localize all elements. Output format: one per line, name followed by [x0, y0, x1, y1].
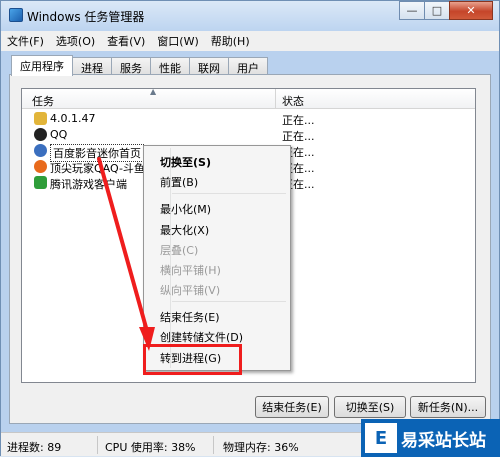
tab-applications[interactable]: 应用程序 — [11, 55, 73, 76]
menu-item-switch-to[interactable]: 切换至(S) — [160, 154, 211, 170]
browser-icon — [34, 160, 47, 173]
menu-item-end-task[interactable]: 结束任务(E) — [160, 309, 220, 325]
menu-separator — [172, 301, 286, 302]
menu-item-tile-vertical: 纵向平铺(V) — [160, 284, 221, 297]
close-button[interactable]: ✕ — [449, 1, 493, 20]
menu-help[interactable]: 帮助(H) — [211, 33, 250, 49]
menu-item-minimize[interactable]: 最小化(M) — [160, 201, 211, 217]
switch-to-button[interactable]: 切换至(S) — [334, 396, 406, 418]
menu-view[interactable]: 查看(V) — [107, 33, 145, 49]
title-bar[interactable]: Windows 任务管理器 — □ ✕ — [1, 1, 499, 31]
column-divider[interactable] — [275, 89, 276, 109]
caption-buttons: — □ ✕ — [399, 1, 493, 21]
maximize-button[interactable]: □ — [424, 1, 450, 20]
menu-bar: 文件(F) 选项(O) 查看(V) 窗口(W) 帮助(H) — [1, 31, 499, 51]
end-task-button[interactable]: 结束任务(E) — [255, 396, 329, 418]
task-name: 顶尖玩家QAQ-斗鱼 — [50, 162, 145, 175]
folder-icon — [34, 112, 47, 125]
context-menu: 切换至(S) 前置(B) 最小化(M) 最大化(X) 层叠(C) 横向平铺(H)… — [143, 145, 291, 371]
task-name: 4.0.1.47 — [50, 112, 96, 125]
new-task-button[interactable]: 新任务(N)... — [410, 396, 486, 418]
menu-separator — [172, 193, 286, 194]
list-header: 任务 ▲ 状态 — [22, 87, 475, 109]
menu-item-maximize[interactable]: 最大化(X) — [160, 222, 209, 238]
task-manager-window: Windows 任务管理器 — □ ✕ 文件(F) 选项(O) 查看(V) 窗口… — [0, 0, 500, 457]
annotation-highlight-box — [143, 344, 242, 375]
watermark-text: 易采站长站 — [401, 430, 486, 451]
task-name: 腾讯游戏客户端 — [50, 178, 127, 191]
site-watermark: E 易采站长站 — [361, 419, 500, 457]
qq-penguin-icon — [34, 128, 47, 141]
sort-arrow-icon: ▲ — [150, 87, 157, 96]
menu-item-bring-to-front[interactable]: 前置(B) — [160, 174, 198, 190]
menu-item-cascade: 层叠(C) — [160, 244, 199, 257]
minimize-button[interactable]: — — [399, 1, 425, 20]
task-status: 正在... — [282, 114, 315, 127]
task-name: QQ — [50, 128, 68, 141]
list-item[interactable]: QQ 正在... — [22, 127, 475, 144]
menu-window[interactable]: 窗口(W) — [157, 33, 198, 49]
menu-item-create-dump[interactable]: 创建转储文件(D) — [160, 329, 243, 345]
task-status: 正在... — [282, 130, 315, 143]
physical-memory: 物理内存: 36% — [223, 441, 299, 454]
cpu-usage: CPU 使用率: 38% — [105, 441, 196, 454]
column-header-task[interactable]: 任务 — [32, 93, 54, 109]
watermark-logo-icon: E — [365, 423, 397, 453]
menu-item-tile-horizontal: 横向平铺(H) — [160, 264, 221, 277]
task-manager-icon — [9, 8, 23, 22]
baidu-player-icon — [34, 144, 47, 157]
window-title: Windows 任务管理器 — [27, 10, 145, 24]
menu-file[interactable]: 文件(F) — [7, 33, 44, 49]
menu-options[interactable]: 选项(O) — [56, 33, 95, 49]
column-header-status[interactable]: 状态 — [282, 93, 304, 109]
status-divider — [213, 436, 214, 454]
tab-strip: 应用程序 进程 服务 性能 联网 用户 — [11, 55, 268, 76]
status-divider — [97, 436, 98, 454]
list-item[interactable]: 4.0.1.47 正在... — [22, 111, 475, 128]
tencent-games-icon — [34, 176, 47, 189]
process-count: 进程数: 89 — [7, 441, 62, 454]
